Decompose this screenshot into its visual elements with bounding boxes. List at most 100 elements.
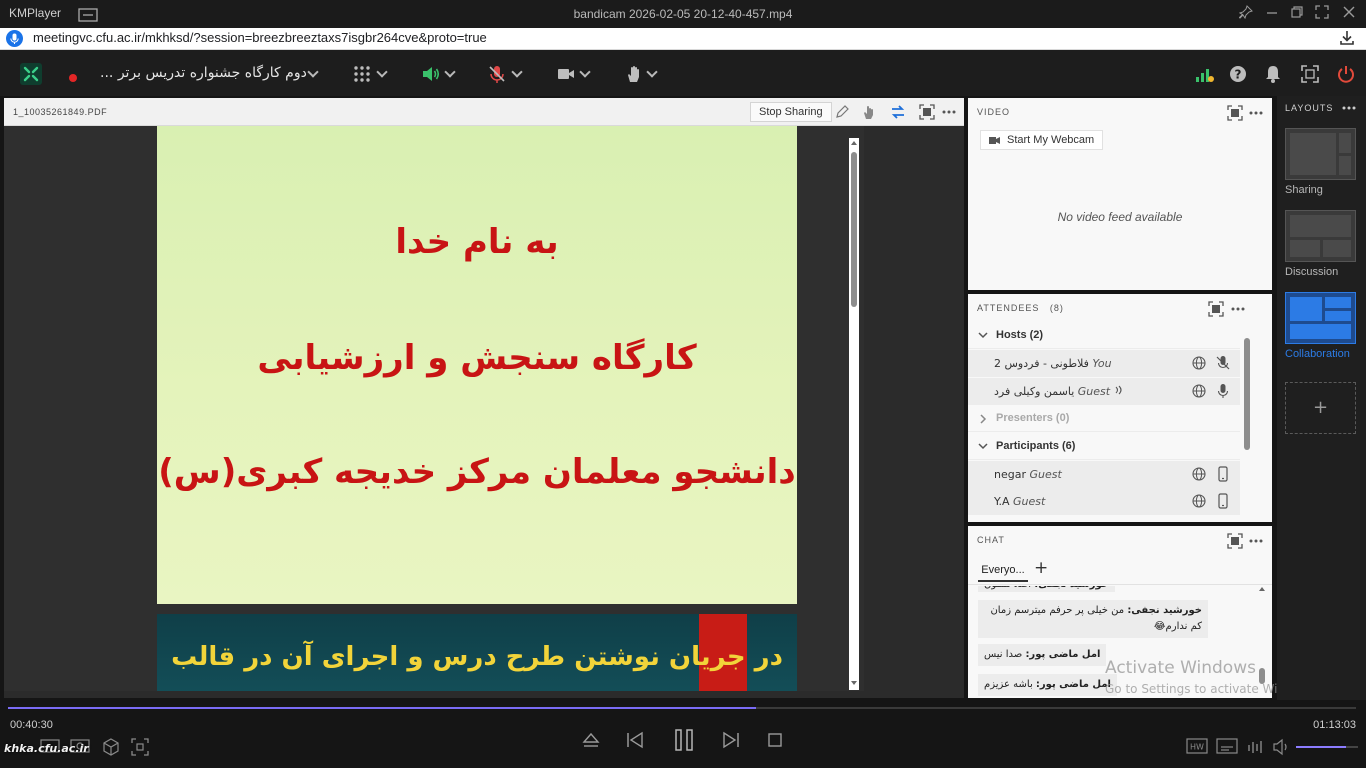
document-scrollbar[interactable]	[849, 138, 859, 690]
scroll-down-arrow-icon[interactable]	[850, 680, 858, 686]
apps-grid-icon[interactable]	[352, 64, 372, 84]
next-icon[interactable]	[721, 730, 741, 750]
presenters-expand-chevron-icon[interactable]	[980, 414, 987, 424]
url-text[interactable]: meetingvc.cfu.ac.ir/mkhksd/?session=bree…	[33, 30, 487, 45]
power-icon[interactable]	[1336, 64, 1356, 84]
layout-sharing-thumbnail[interactable]	[1285, 128, 1356, 180]
slide-title-page: به نام خدا کارگاه سنجش و ارزشیابی دانشجو…	[157, 126, 797, 604]
attendee-role: Guest	[1077, 385, 1111, 398]
more-options-icon[interactable]	[941, 104, 957, 120]
adobe-connect-logo-icon[interactable]	[19, 62, 43, 86]
microphone-icon[interactable]	[1216, 383, 1230, 399]
close-icon[interactable]	[1340, 5, 1358, 23]
attendee-row[interactable]: یاسمن وکیلی فرد Guest	[968, 378, 1240, 405]
chat-tab-everyone[interactable]: Everyo...	[978, 558, 1028, 582]
pointer-hand-icon[interactable]	[861, 104, 877, 120]
layout-sharing-label[interactable]: Sharing	[1285, 184, 1323, 196]
add-chat-tab-button[interactable]: +	[1034, 558, 1048, 578]
add-layout-button[interactable]: +	[1285, 382, 1356, 434]
maximize-video-pod-icon[interactable]	[1227, 105, 1243, 121]
attendees-scrollbar[interactable]	[1243, 330, 1251, 516]
download-icon[interactable]	[1338, 29, 1356, 47]
hw-decoder-icon[interactable]: HW	[1186, 738, 1208, 754]
eject-icon[interactable]	[581, 730, 601, 750]
volume-slider[interactable]	[1296, 746, 1358, 748]
svg-text:HW: HW	[1190, 743, 1204, 752]
previous-icon[interactable]	[625, 730, 645, 750]
attendees-scrollbar-thumb[interactable]	[1244, 338, 1250, 450]
help-icon[interactable]: ?	[1228, 64, 1248, 84]
player-controls: 00:40:30 01:13:03 HW	[0, 700, 1366, 768]
stop-sharing-button[interactable]: Stop Sharing	[750, 102, 832, 122]
seek-bar-progress	[8, 707, 757, 709]
video-pod-more-icon[interactable]	[1248, 105, 1264, 121]
layouts-more-icon[interactable]	[1341, 100, 1357, 116]
presenters-group-header[interactable]: Presenters (0)	[968, 405, 1240, 432]
scroll-up-arrow-icon[interactable]	[850, 140, 858, 146]
chat-scroll-up-arrow-icon[interactable]	[1258, 586, 1266, 592]
fullscreen-icon[interactable]	[1313, 5, 1331, 23]
start-webcam-button[interactable]: Start My Webcam	[980, 130, 1104, 150]
attendee-name: 2 فلاطونی - فردوس You	[994, 357, 1112, 370]
equalizer-icon[interactable]	[1246, 737, 1266, 757]
meeting-name[interactable]: ... دوم کارگاه جشنواره تدریس برتر	[100, 65, 307, 81]
share-pod-header: 1_10035261849.PDF Stop Sharing	[4, 98, 964, 126]
notifications-bell-icon[interactable]	[1263, 64, 1283, 84]
chat-message: خورشید نجفی: من خیلی پر حرفم میترسم زمان…	[978, 600, 1208, 638]
minimize-icon[interactable]	[1263, 5, 1281, 23]
hosts-group-header[interactable]: Hosts (2)	[968, 322, 1240, 349]
captions-icon[interactable]	[1216, 738, 1238, 754]
speaker-chevron-icon[interactable]	[444, 66, 456, 78]
seek-bar[interactable]	[8, 707, 1356, 709]
raise-hand-icon[interactable]	[624, 64, 644, 84]
apps-chevron-icon[interactable]	[376, 66, 388, 78]
camera-chevron-icon[interactable]	[579, 66, 591, 78]
microphone-icon[interactable]	[6, 30, 23, 47]
chat-scrollbar[interactable]	[1258, 586, 1266, 694]
attendees-count: (8)	[1049, 303, 1064, 313]
camera-icon[interactable]	[556, 64, 576, 84]
connection-signal-icon[interactable]	[1194, 64, 1214, 84]
hosts-expand-chevron-icon[interactable]	[978, 332, 988, 339]
attendee-name-text: 2 فلاطونی - فردوس	[994, 357, 1089, 370]
participants-group-header[interactable]: Participants (6)	[968, 433, 1240, 460]
speaker-icon[interactable]	[421, 64, 441, 84]
status-chevron-icon[interactable]	[646, 66, 658, 78]
attendees-pod-more-icon[interactable]	[1230, 301, 1246, 317]
microphone-chevron-icon[interactable]	[511, 66, 523, 78]
document-scrollbar-thumb[interactable]	[851, 152, 857, 307]
attendee-name-text: Y.A	[994, 495, 1010, 508]
draw-pencil-icon[interactable]	[834, 104, 850, 120]
layout-discussion-thumbnail[interactable]	[1285, 210, 1356, 262]
3d-mode-icon[interactable]	[101, 737, 121, 757]
player-title-bar: KMPlayer bandicam 2026-02-05 20-12-40-45…	[0, 0, 1366, 28]
attendee-row[interactable]: 2 فلاطونی - فردوس You	[968, 350, 1240, 377]
pause-icon[interactable]	[672, 728, 696, 752]
screen-ratio-icon[interactable]	[130, 737, 150, 757]
document-viewer[interactable]: به نام خدا کارگاه سنجش و ارزشیابی دانشجو…	[4, 126, 864, 691]
attendee-row[interactable]: Y.A Guest	[968, 488, 1240, 515]
microphone-muted-icon[interactable]	[487, 64, 507, 84]
chat-text: باشه عزیزم	[984, 679, 1033, 690]
recording-indicator-icon[interactable]	[68, 68, 78, 82]
fullscreen-toggle-icon[interactable]	[1300, 64, 1320, 84]
attendee-row[interactable]: negar Guest	[968, 461, 1240, 488]
no-video-message: No video feed available	[1057, 210, 1183, 224]
pin-icon[interactable]	[1237, 5, 1255, 23]
microphone-muted-icon[interactable]	[1216, 355, 1230, 371]
chat-pod-more-icon[interactable]	[1248, 533, 1264, 549]
maximize-pod-icon[interactable]	[919, 104, 935, 120]
layout-collaboration-thumbnail[interactable]	[1285, 292, 1356, 344]
maximize-attendees-pod-icon[interactable]	[1208, 301, 1224, 317]
stop-icon[interactable]	[765, 730, 785, 750]
browser-url-bar[interactable]: meetingvc.cfu.ac.ir/mkhksd/?session=bree…	[0, 28, 1366, 50]
attendee-role: You	[1092, 357, 1112, 370]
layout-discussion-label[interactable]: Discussion	[1285, 266, 1338, 278]
sync-arrows-icon[interactable]	[890, 104, 906, 120]
meeting-menu-chevron-icon[interactable]	[307, 66, 319, 78]
volume-icon[interactable]	[1272, 737, 1292, 757]
restore-icon[interactable]	[1288, 5, 1306, 23]
layout-collaboration-label[interactable]: Collaboration	[1285, 348, 1350, 360]
participants-expand-chevron-icon[interactable]	[978, 443, 988, 450]
maximize-chat-pod-icon[interactable]	[1227, 533, 1243, 549]
